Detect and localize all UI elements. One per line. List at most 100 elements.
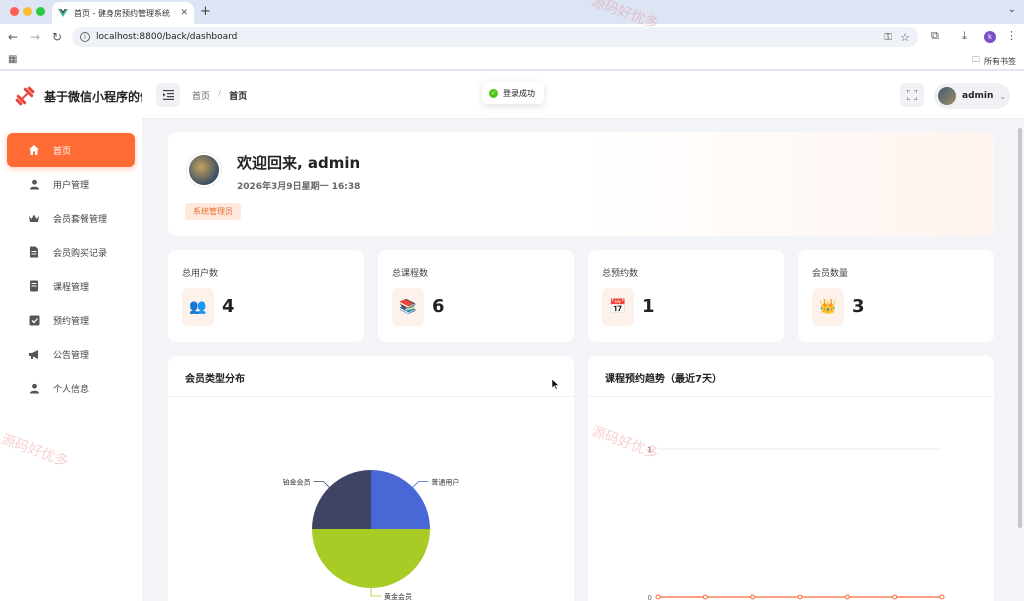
stat-title: 总用户数 (182, 269, 219, 279)
app-logo[interactable]: 基于微信小程序的健身房预约管理系统 (14, 85, 144, 107)
calendar-icon: 📅 (602, 288, 634, 326)
browser-menu-icon[interactable]: ⋮ (1006, 29, 1017, 42)
stat-value: 3 (852, 296, 865, 317)
stat-value: 1 (642, 296, 655, 317)
tab-close-icon[interactable]: ✕ (180, 8, 188, 18)
pie-label-line (370, 588, 381, 597)
address-bar: ← → ↻ i localhost:8800/back/dashboard ⚿ … (0, 24, 1024, 50)
sidebar-item-users[interactable]: 用户管理 (7, 167, 135, 201)
sidebar-item-label: 公告管理 (53, 350, 90, 361)
welcome-card: 欢迎回来, admin 2026年3月9日星期一 16:38 系统管理员 (168, 132, 994, 236)
trend-point[interactable] (844, 594, 850, 600)
stat-title: 总课程数 (392, 269, 429, 279)
site-info-icon[interactable]: i (80, 32, 90, 42)
profile-avatar[interactable]: k (984, 31, 996, 43)
stat-title: 会员数量 (812, 269, 849, 279)
pie-label-line (313, 481, 330, 488)
minimize-window-button[interactable] (23, 7, 32, 16)
book-icon (27, 279, 41, 293)
y-tick-label: 0 (648, 594, 652, 601)
browser-tab-bar: 首页 - 健身房预约管理系统 ✕ + ⌄ (0, 0, 1024, 24)
sidebar-item-profile[interactable]: 个人信息 (7, 371, 135, 405)
apps-grid-icon[interactable]: ▦ (8, 54, 17, 65)
bookmark-star-icon[interactable]: ☆ (900, 31, 910, 44)
pie-label: 普通用户 (431, 478, 459, 487)
breadcrumb-separator: / (218, 89, 222, 99)
sidebar-item-purchase-records[interactable]: 会员购买记录 (7, 235, 135, 269)
menu-fold-icon (162, 90, 174, 100)
pie-label: 黄金会员 (384, 592, 412, 601)
dumbbell-logo-icon (15, 86, 35, 106)
sidebar-item-bookings[interactable]: 预约管理 (7, 303, 135, 337)
card-title: 会员类型分布 (185, 374, 245, 385)
collapse-sidebar-button[interactable] (156, 83, 180, 107)
back-arrow-icon[interactable]: ← (2, 30, 24, 44)
card-header: 会员类型分布 (168, 356, 574, 397)
new-tab-button[interactable]: + (200, 4, 211, 19)
booking-trend-card: 课程预约趋势（最近7天） 01 (588, 356, 994, 601)
pie-slice[interactable] (371, 470, 430, 529)
membership-pie-card: 会员类型分布 普通用户 黄金会员 铂金会员 (168, 356, 574, 601)
trend-point[interactable] (939, 594, 945, 600)
user-icon (27, 177, 41, 191)
url-text: localhost:8800/back/dashboard (96, 32, 238, 42)
sidebar: 基于微信小程序的健身房预约管理系统 首页 用户管理 会员套餐管理 会员购买记录 … (0, 71, 144, 601)
sidebar-item-home[interactable]: 首页 (7, 133, 135, 167)
sidebar-item-courses[interactable]: 课程管理 (7, 269, 135, 303)
pie-label-line (412, 481, 429, 488)
sidebar-menu: 首页 用户管理 会员套餐管理 会员购买记录 课程管理 预约管理 公告管理 个人信… (0, 133, 142, 405)
home-icon (27, 143, 41, 157)
close-window-button[interactable] (10, 7, 19, 16)
user-dropdown[interactable]: admin ⌄ (934, 83, 1010, 109)
forward-arrow-icon[interactable]: → (24, 30, 46, 44)
user-icon (27, 381, 41, 395)
reload-icon[interactable]: ↻ (46, 30, 68, 44)
trend-point[interactable] (892, 594, 898, 600)
chevron-down-icon: ⌄ (999, 91, 1007, 101)
stat-value: 4 (222, 296, 235, 317)
breadcrumb: 首页 / 首页 (192, 89, 247, 102)
sidebar-item-label: 用户管理 (53, 180, 90, 191)
stat-card-users: 总用户数 👥 4 (168, 250, 364, 342)
sidebar-item-label: 预约管理 (53, 316, 90, 327)
trend-point[interactable] (702, 594, 708, 600)
avatar (938, 87, 956, 105)
sidebar-item-announcements[interactable]: 公告管理 (7, 337, 135, 371)
tab-title: 首页 - 健身房预约管理系统 (74, 8, 170, 18)
users-icon: 👥 (182, 288, 214, 326)
trend-point[interactable] (655, 594, 661, 600)
stat-value: 6 (432, 296, 445, 317)
all-bookmarks-label: 所有书签 (984, 56, 1016, 66)
calendar-check-icon (27, 313, 41, 327)
trend-point[interactable] (750, 594, 756, 600)
all-bookmarks-button[interactable]: 🗀 所有书签 (972, 54, 1016, 68)
pie-slice[interactable] (312, 470, 371, 529)
welcome-greeting: 欢迎回来, admin (237, 154, 361, 172)
document-icon (27, 245, 41, 259)
pie-chart: 普通用户黄金会员 铂金会员 (283, 470, 459, 601)
avatar (187, 153, 221, 187)
current-datetime: 2026年3月9日星期一 16:38 (237, 182, 361, 192)
sidebar-item-membership-plans[interactable]: 会员套餐管理 (7, 201, 135, 235)
crown-icon (27, 211, 41, 225)
mouse-cursor-icon (552, 379, 560, 390)
sidebar-item-label: 个人信息 (53, 384, 90, 395)
fullscreen-button[interactable] (900, 83, 924, 107)
admin-app: 基于微信小程序的健身房预约管理系统 首页 用户管理 会员套餐管理 会员购买记录 … (0, 71, 1024, 601)
y-tick-label: 1 (648, 446, 652, 454)
extensions-icon[interactable]: ⧉ (931, 29, 939, 43)
password-key-icon[interactable]: ⚿ (884, 32, 892, 43)
pie-slice[interactable] (312, 529, 430, 588)
breadcrumb-root[interactable]: 首页 (192, 89, 210, 102)
maximize-window-button[interactable] (36, 7, 45, 16)
fullscreen-icon (907, 90, 917, 100)
download-icon[interactable]: ⤓ (962, 29, 967, 43)
folder-icon: 🗀 (972, 55, 980, 64)
page-scrollbar[interactable] (1018, 128, 1022, 528)
stat-card-courses: 总课程数 📚 6 (378, 250, 574, 342)
browser-tab[interactable]: 首页 - 健身房预约管理系统 ✕ (52, 2, 194, 24)
sidebar-item-label: 课程管理 (53, 282, 90, 293)
tab-search-chevron-icon[interactable]: ⌄ (1008, 4, 1016, 15)
url-input[interactable]: i localhost:8800/back/dashboard ⚿ ☆ (72, 27, 918, 47)
trend-point[interactable] (797, 594, 803, 600)
